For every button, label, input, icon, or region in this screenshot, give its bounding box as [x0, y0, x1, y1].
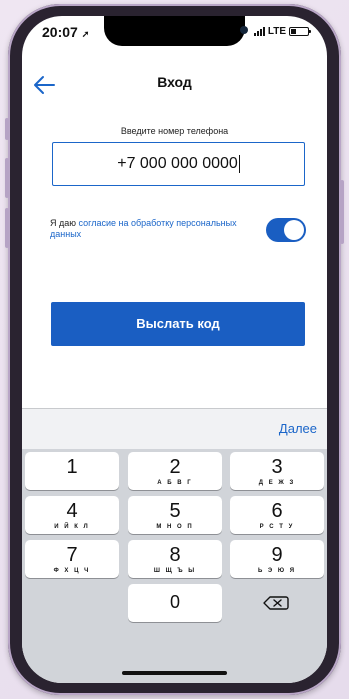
- send-code-button[interactable]: Выслать код: [51, 302, 305, 346]
- keyboard-toolbar: Далее: [22, 408, 327, 449]
- camera-icon: [240, 26, 248, 34]
- key-3[interactable]: 3 Д Е Ж З: [230, 452, 324, 490]
- phone-label: Введите номер телефона: [120, 126, 229, 136]
- consent-toggle[interactable]: [266, 218, 306, 242]
- key-2[interactable]: 2 А Б В Г: [128, 452, 222, 490]
- signal-icon: [253, 27, 265, 36]
- numeric-keyboard: Далее 1 2 А Б В Г 3 Д Е Ж З 4 И Й К Л 5 …: [22, 408, 327, 683]
- key-5[interactable]: 5 М Н О П: [128, 496, 222, 534]
- key-7[interactable]: 7 Ф Х Ц Ч: [25, 540, 119, 578]
- key-6[interactable]: 6 Р С Т У: [230, 496, 324, 534]
- carrier-label: LTE: [267, 26, 286, 37]
- backspace-button[interactable]: [230, 584, 324, 622]
- status-indicators: LTE: [253, 26, 311, 37]
- key-8[interactable]: 8 Ш Щ Ъ Ы: [128, 540, 222, 578]
- page-title: Вход: [157, 74, 192, 90]
- consent-prefix: Я даю: [50, 218, 79, 228]
- phone-input[interactable]: +7 000 000 0000: [52, 142, 305, 186]
- next-button[interactable]: Далее: [279, 421, 317, 436]
- battery-icon: [289, 27, 311, 36]
- key-4[interactable]: 4 И Й К Л: [25, 496, 119, 534]
- power-button: [340, 180, 344, 244]
- text-cursor: [238, 154, 240, 173]
- notch: [104, 16, 248, 46]
- home-indicator: [122, 671, 227, 675]
- toggle-knob: [284, 220, 304, 240]
- mute-switch: [5, 118, 9, 140]
- consent-link[interactable]: согласие на обработку персональных данны…: [50, 218, 237, 239]
- key-1[interactable]: 1: [25, 452, 119, 490]
- volume-up-button: [5, 158, 9, 198]
- location-arrow-icon: ➚: [81, 29, 90, 39]
- status-time-text: 20:07: [42, 24, 78, 40]
- key-0[interactable]: 0: [128, 584, 222, 622]
- phone-screen: 20:07 ➚ LTE Вход Введите номер телефона …: [22, 16, 327, 683]
- volume-down-button: [5, 208, 9, 248]
- status-time: 20:07 ➚: [42, 24, 89, 40]
- phone-value: +7 000 000 0000: [117, 155, 238, 172]
- backspace-icon: [263, 596, 289, 610]
- key-9[interactable]: 9 Ь Э Ю Я: [230, 540, 324, 578]
- consent-text: Я даю согласие на обработку персональных…: [50, 218, 250, 240]
